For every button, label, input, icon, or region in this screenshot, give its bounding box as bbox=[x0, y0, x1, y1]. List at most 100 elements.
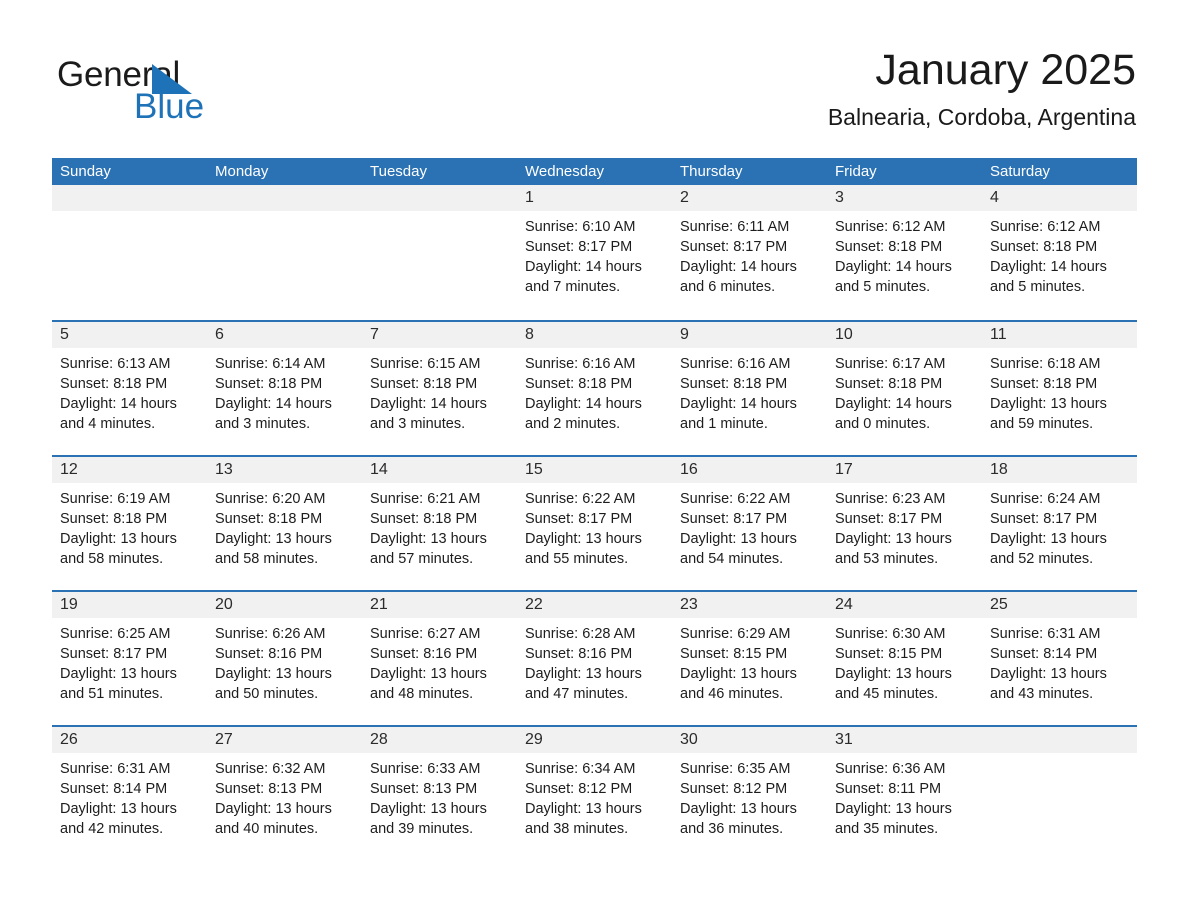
day-cell-details: Sunrise: 6:12 AM Sunset: 8:18 PM Daylight:… bbox=[827, 211, 982, 297]
calendar-day-cell[interactable]: 6 Sunrise: 6:14 AM Sunset: 8:18 PM Daylight… bbox=[207, 320, 362, 455]
day-cell-inner: 28 Sunrise: 6:33 AM Sunset: 8:13 PM Dayligh… bbox=[362, 725, 517, 860]
calendar-day-cell[interactable]: 21 Sunrise: 6:27 AM Sunset: 8:16 PM Dayligh… bbox=[362, 590, 517, 725]
sunset-text: Sunset: 8:16 PM bbox=[370, 646, 478, 662]
calendar-day-cell[interactable]: 8 Sunrise: 6:16 AM Sunset: 8:18 PM Daylight… bbox=[517, 320, 672, 455]
calendar-day-cell[interactable]: 14 Sunrise: 6:21 AM Sunset: 8:18 PM Dayligh… bbox=[362, 455, 517, 590]
daylight-text-line1: Daylight: 14 hours bbox=[990, 259, 1107, 275]
calendar-day-cell[interactable]: 17 Sunrise: 6:23 AM Sunset: 8:17 PM Dayligh… bbox=[827, 455, 982, 590]
calendar-week-row: 19 Sunrise: 6:25 AM Sunset: 8:17 PM Dayligh… bbox=[52, 590, 1137, 725]
daylight-text-line1: Daylight: 14 hours bbox=[215, 396, 332, 412]
calendar-day-cell[interactable]: 11 Sunrise: 6:18 AM Sunset: 8:18 PM Dayligh… bbox=[982, 320, 1137, 455]
day-number: 3 bbox=[835, 189, 844, 206]
sunset-text: Sunset: 8:16 PM bbox=[215, 646, 323, 662]
calendar-day-cell[interactable]: 18 Sunrise: 6:24 AM Sunset: 8:17 PM Dayligh… bbox=[982, 455, 1137, 590]
sunrise-text: Sunrise: 6:35 AM bbox=[680, 761, 791, 777]
day-number: 17 bbox=[835, 461, 853, 478]
day-cell-details: Sunrise: 6:12 AM Sunset: 8:18 PM Daylight:… bbox=[982, 211, 1137, 297]
day-number-band: 22 bbox=[517, 592, 672, 618]
sunset-text: Sunset: 8:16 PM bbox=[525, 646, 633, 662]
day-number: 10 bbox=[835, 326, 853, 343]
day-cell-details: Sunrise: 6:13 AM Sunset: 8:18 PM Daylight:… bbox=[52, 348, 207, 434]
day-number: 19 bbox=[60, 596, 78, 613]
calendar-day-cell[interactable]: 12 Sunrise: 6:19 AM Sunset: 8:18 PM Dayligh… bbox=[52, 455, 207, 590]
calendar-day-cell[interactable]: 27 Sunrise: 6:32 AM Sunset: 8:13 PM Dayligh… bbox=[207, 725, 362, 860]
day-cell-inner: 27 Sunrise: 6:32 AM Sunset: 8:13 PM Dayligh… bbox=[207, 725, 362, 860]
weekday-header-sunday: Sunday bbox=[52, 158, 207, 185]
calendar-day-cell[interactable]: 1 Sunrise: 6:10 AM Sunset: 8:17 PM Daylight… bbox=[517, 185, 672, 320]
day-number-band bbox=[207, 185, 362, 211]
day-number: 11 bbox=[990, 326, 1007, 343]
sunrise-text: Sunrise: 6:21 AM bbox=[370, 491, 481, 507]
daylight-text-line1: Daylight: 14 hours bbox=[370, 396, 487, 412]
day-cell-inner: 13 Sunrise: 6:20 AM Sunset: 8:18 PM Dayligh… bbox=[207, 455, 362, 590]
day-number-band: 23 bbox=[672, 592, 827, 618]
day-cell-inner bbox=[52, 185, 207, 320]
calendar-day-cell[interactable]: 22 Sunrise: 6:28 AM Sunset: 8:16 PM Dayligh… bbox=[517, 590, 672, 725]
calendar-day-cell[interactable]: 25 Sunrise: 6:31 AM Sunset: 8:14 PM Dayligh… bbox=[982, 590, 1137, 725]
sunrise-text: Sunrise: 6:27 AM bbox=[370, 626, 481, 642]
daylight-text-line2: and 5 minutes. bbox=[835, 279, 931, 295]
calendar-day-cell[interactable]: 4 Sunrise: 6:12 AM Sunset: 8:18 PM Daylight… bbox=[982, 185, 1137, 320]
calendar-day-cell[interactable]: 24 Sunrise: 6:30 AM Sunset: 8:15 PM Dayligh… bbox=[827, 590, 982, 725]
day-cell-details: Sunrise: 6:33 AM Sunset: 8:13 PM Daylight:… bbox=[362, 753, 517, 839]
calendar-day-cell[interactable]: 31 Sunrise: 6:36 AM Sunset: 8:11 PM Dayligh… bbox=[827, 725, 982, 860]
calendar-day-cell[interactable]: 28 Sunrise: 6:33 AM Sunset: 8:13 PM Dayligh… bbox=[362, 725, 517, 860]
day-cell-inner: 23 Sunrise: 6:29 AM Sunset: 8:15 PM Dayligh… bbox=[672, 590, 827, 725]
day-cell-inner: 25 Sunrise: 6:31 AM Sunset: 8:14 PM Dayligh… bbox=[982, 590, 1137, 725]
calendar-body: 1 Sunrise: 6:10 AM Sunset: 8:17 PM Daylight… bbox=[52, 185, 1137, 860]
daylight-text-line1: Daylight: 14 hours bbox=[835, 396, 952, 412]
daylight-text-line1: Daylight: 13 hours bbox=[215, 801, 332, 817]
day-number-band: 25 bbox=[982, 592, 1137, 618]
sunset-text: Sunset: 8:17 PM bbox=[60, 646, 168, 662]
day-number-band: 5 bbox=[52, 322, 207, 348]
calendar-day-cell[interactable]: 29 Sunrise: 6:34 AM Sunset: 8:12 PM Dayligh… bbox=[517, 725, 672, 860]
sunset-text: Sunset: 8:18 PM bbox=[835, 239, 943, 255]
sunset-text: Sunset: 8:13 PM bbox=[215, 781, 323, 797]
calendar-day-cell[interactable]: 9 Sunrise: 6:16 AM Sunset: 8:18 PM Daylight… bbox=[672, 320, 827, 455]
day-number: 15 bbox=[525, 461, 543, 478]
calendar-day-cell[interactable]: 2 Sunrise: 6:11 AM Sunset: 8:17 PM Daylight… bbox=[672, 185, 827, 320]
day-cell-details bbox=[362, 211, 517, 217]
day-number: 9 bbox=[680, 326, 689, 343]
calendar-day-cell[interactable]: 13 Sunrise: 6:20 AM Sunset: 8:18 PM Dayligh… bbox=[207, 455, 362, 590]
day-number: 24 bbox=[835, 596, 853, 613]
day-cell-inner: 30 Sunrise: 6:35 AM Sunset: 8:12 PM Dayligh… bbox=[672, 725, 827, 860]
sunset-text: Sunset: 8:17 PM bbox=[990, 511, 1098, 527]
calendar-day-cell[interactable]: 20 Sunrise: 6:26 AM Sunset: 8:16 PM Dayligh… bbox=[207, 590, 362, 725]
sunrise-text: Sunrise: 6:24 AM bbox=[990, 491, 1101, 507]
daylight-text-line2: and 46 minutes. bbox=[680, 686, 784, 702]
general-blue-logo[interactable]: General Blue bbox=[57, 56, 317, 132]
daylight-text-line1: Daylight: 14 hours bbox=[525, 396, 642, 412]
daylight-text-line1: Daylight: 13 hours bbox=[835, 531, 952, 547]
sunset-text: Sunset: 8:17 PM bbox=[680, 511, 788, 527]
calendar-day-cell[interactable]: 5 Sunrise: 6:13 AM Sunset: 8:18 PM Daylight… bbox=[52, 320, 207, 455]
calendar-header-row: Sunday Monday Tuesday Wednesday Thursday… bbox=[52, 158, 1137, 185]
day-cell-details: Sunrise: 6:25 AM Sunset: 8:17 PM Daylight:… bbox=[52, 618, 207, 704]
day-cell-details: Sunrise: 6:17 AM Sunset: 8:18 PM Daylight:… bbox=[827, 348, 982, 434]
day-cell-details: Sunrise: 6:30 AM Sunset: 8:15 PM Daylight:… bbox=[827, 618, 982, 704]
day-number: 12 bbox=[60, 461, 78, 478]
calendar-page: General Blue January 2025 Balnearia, Cor… bbox=[0, 0, 1188, 918]
daylight-text-line2: and 7 minutes. bbox=[525, 279, 621, 295]
calendar-day-cell[interactable]: 10 Sunrise: 6:17 AM Sunset: 8:18 PM Dayligh… bbox=[827, 320, 982, 455]
calendar-day-cell[interactable]: 15 Sunrise: 6:22 AM Sunset: 8:17 PM Dayligh… bbox=[517, 455, 672, 590]
daylight-text-line2: and 2 minutes. bbox=[525, 416, 621, 432]
calendar-day-cell[interactable]: 23 Sunrise: 6:29 AM Sunset: 8:15 PM Dayligh… bbox=[672, 590, 827, 725]
day-number-band: 18 bbox=[982, 457, 1137, 483]
calendar-day-cell[interactable]: 16 Sunrise: 6:22 AM Sunset: 8:17 PM Dayligh… bbox=[672, 455, 827, 590]
sunrise-text: Sunrise: 6:29 AM bbox=[680, 626, 791, 642]
daylight-text-line1: Daylight: 14 hours bbox=[680, 396, 797, 412]
daylight-text-line1: Daylight: 13 hours bbox=[60, 666, 177, 682]
daylight-text-line2: and 58 minutes. bbox=[215, 551, 319, 567]
calendar-day-cell[interactable]: 26 Sunrise: 6:31 AM Sunset: 8:14 PM Dayligh… bbox=[52, 725, 207, 860]
day-number-band: 2 bbox=[672, 185, 827, 211]
sunset-text: Sunset: 8:18 PM bbox=[215, 376, 323, 392]
calendar-day-cell[interactable]: 7 Sunrise: 6:15 AM Sunset: 8:18 PM Daylight… bbox=[362, 320, 517, 455]
day-number-band: 7 bbox=[362, 322, 517, 348]
daylight-text-line1: Daylight: 13 hours bbox=[835, 666, 952, 682]
calendar-day-cell[interactable]: 19 Sunrise: 6:25 AM Sunset: 8:17 PM Dayligh… bbox=[52, 590, 207, 725]
calendar-day-cell[interactable]: 3 Sunrise: 6:12 AM Sunset: 8:18 PM Daylight… bbox=[827, 185, 982, 320]
day-number-band: 21 bbox=[362, 592, 517, 618]
day-cell-inner: 5 Sunrise: 6:13 AM Sunset: 8:18 PM Daylight… bbox=[52, 320, 207, 455]
calendar-day-cell[interactable]: 30 Sunrise: 6:35 AM Sunset: 8:12 PM Dayligh… bbox=[672, 725, 827, 860]
